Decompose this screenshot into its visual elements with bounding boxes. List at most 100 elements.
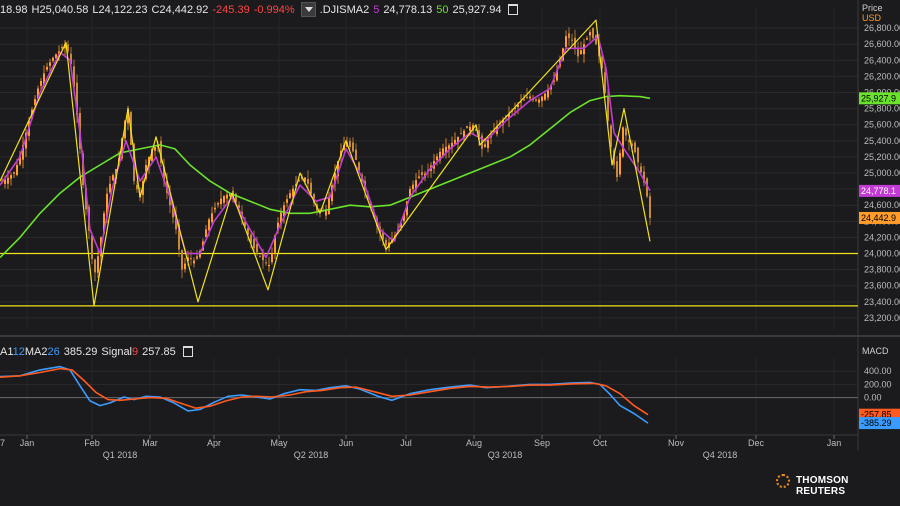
candle-body <box>226 194 228 199</box>
candle-body <box>577 49 579 57</box>
legend-change-pct: -0.994% <box>253 4 295 17</box>
candle-body <box>436 156 438 161</box>
candle-body <box>52 57 54 61</box>
candle-body <box>13 172 15 174</box>
candle-body <box>328 197 330 215</box>
x-start-label: 7 <box>0 438 5 448</box>
candle-body <box>529 96 531 99</box>
candle-body <box>61 46 63 49</box>
x-month-label: Aug <box>466 438 482 448</box>
candle-body <box>541 96 543 102</box>
chevron-down-icon[interactable] <box>300 2 316 17</box>
x-month-label: Apr <box>207 438 221 448</box>
macd-tick-label: 400.00 <box>864 366 892 376</box>
legend-sma-long-value: 25,927.94 <box>452 4 502 17</box>
price-plot <box>0 19 651 307</box>
macd-ma-period1: 12 <box>12 346 25 358</box>
x-month-label: May <box>270 438 288 448</box>
legend-high: H25,040.58 <box>31 4 89 17</box>
macd-tick-label: 0.00 <box>864 393 882 403</box>
candle-body <box>265 262 267 264</box>
candle-body <box>619 152 621 175</box>
candle-body <box>223 196 225 203</box>
candle-body <box>46 66 48 70</box>
candle-body <box>10 175 12 179</box>
badge-close: 24,442.9 <box>861 213 896 223</box>
x-month-label: Mar <box>142 438 158 448</box>
candle-body <box>310 182 312 194</box>
badge-sma5: 24,778.1 <box>861 186 896 196</box>
x-month-label: Jul <box>400 438 412 448</box>
candle-body <box>136 184 138 190</box>
candle-body <box>349 141 351 147</box>
trash-icon[interactable] <box>508 4 519 15</box>
badge-sma50: 25,927.9 <box>861 93 896 103</box>
price-tick-label: 25,000.00 <box>864 168 900 178</box>
signal-line <box>0 367 649 416</box>
candle-body <box>181 250 183 270</box>
candle-body <box>112 175 114 181</box>
thomson-reuters-logo-icon <box>776 474 790 488</box>
x-month-label: Sep <box>534 438 550 448</box>
candle-body <box>640 166 642 173</box>
price-tick-label: 23,800.00 <box>864 265 900 275</box>
candle-body <box>622 127 624 157</box>
candle-body <box>271 253 273 263</box>
candle-body <box>256 243 258 253</box>
candle-body <box>307 179 309 184</box>
legend-prefix: 18.98 <box>0 4 28 17</box>
macd-panel-title: MACD <box>862 346 889 356</box>
candle-body <box>625 128 627 136</box>
x-axis: 7 Jan Feb Mar Apr May Jun Jul Aug Sep Oct Nov Dec Jan… <box>0 434 858 460</box>
candle-body <box>97 256 99 273</box>
candle-body <box>484 144 486 148</box>
candle-body <box>109 183 111 193</box>
sma-50-line <box>0 94 651 259</box>
price-tick-label: 24,200.00 <box>864 232 900 242</box>
legend-sma-long-period: 50 <box>436 4 449 17</box>
macd-legend: A112MA226 385.29 Signal9 257.85 <box>0 345 197 358</box>
price-tick-label: 26,400.00 <box>864 55 900 65</box>
candle-body <box>385 239 387 246</box>
price-tick-label: 25,800.00 <box>864 104 900 114</box>
price-tick-label: 25,200.00 <box>864 152 900 162</box>
macd-ma-period2: 26 <box>47 346 60 358</box>
candle-body <box>220 198 222 205</box>
macd-signal-value: 257.85 <box>142 346 176 358</box>
candle-body <box>286 199 288 203</box>
x-month-label: Feb <box>84 438 100 448</box>
candle-body <box>211 213 213 222</box>
candle-body <box>196 255 198 259</box>
candle-body <box>193 260 195 264</box>
candle-body <box>589 32 591 36</box>
x-quarter-label: Q1 2018 <box>103 450 138 460</box>
candle-body <box>253 239 255 249</box>
candle-body <box>535 99 537 101</box>
trash-icon[interactable] <box>182 345 193 357</box>
macd-plot <box>0 365 649 424</box>
price-axis-title: Price <box>862 3 883 13</box>
candle-body <box>259 256 261 258</box>
candle-body <box>190 258 192 260</box>
candle-body <box>571 39 573 41</box>
candle-body <box>538 99 540 103</box>
candle-body <box>49 62 51 66</box>
candle-body <box>40 80 42 86</box>
candle-body <box>91 235 93 259</box>
candle-body <box>7 177 9 184</box>
candle-body <box>154 146 156 151</box>
legend-close: C24,442.92 <box>151 4 209 17</box>
macd-ma-label2: MA2 <box>24 346 48 358</box>
candle-body <box>466 125 468 129</box>
macd-tick-label: 200.00 <box>864 379 892 389</box>
x-month-label: Dec <box>748 438 765 448</box>
price-tick-label: 25,600.00 <box>864 120 900 130</box>
candle-body <box>421 172 423 176</box>
x-month-label: Jan <box>827 438 842 448</box>
macd-line <box>0 365 649 424</box>
candle-body <box>268 264 270 267</box>
brand-logo: THOMSON REUTERS <box>796 475 849 497</box>
x-quarter-label: Q3 2018 <box>488 450 523 460</box>
candle-body <box>460 133 462 135</box>
candle-body <box>469 126 471 131</box>
